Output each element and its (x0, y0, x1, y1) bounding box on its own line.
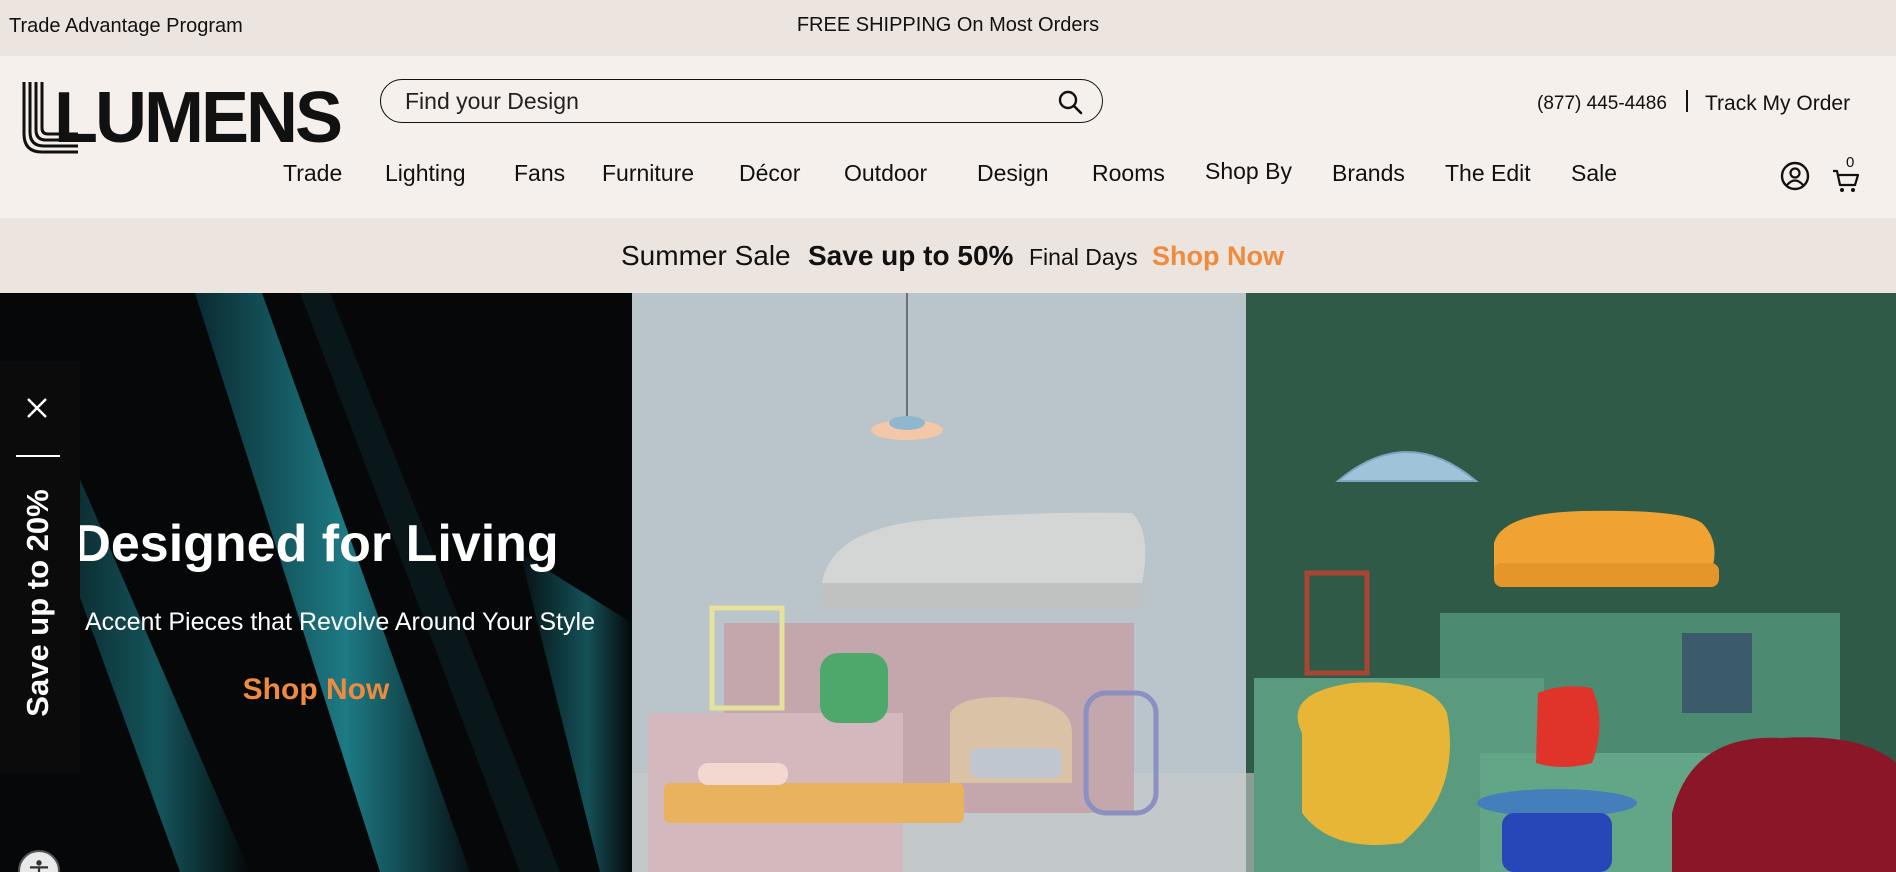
search-input[interactable] (405, 88, 1005, 114)
header-divider (1686, 90, 1688, 112)
nav-item-shop-by[interactable]: Shop By (1205, 158, 1292, 185)
main-nav: Trade Lighting Fans Furniture Décor Outd… (0, 158, 1896, 200)
free-shipping-text: FREE SHIPPING On Most Orders (796, 14, 1100, 36)
account-icon[interactable] (1780, 161, 1810, 191)
site-header: LUMENS (877) 445-4486 Track My Order Tra… (0, 56, 1896, 218)
hero-subtitle: Accent Pieces that Revolve Around Your S… (84, 608, 596, 636)
cart-button[interactable]: 0 (1832, 154, 1862, 194)
track-order-link[interactable]: Track My Order (1705, 92, 1850, 116)
hero-text-panel: Designed for Living Accent Pieces that R… (0, 293, 632, 872)
logo-text: LUMENS (54, 78, 343, 158)
hero-shop-now-link[interactable]: Shop Now (0, 673, 632, 707)
search-bar (380, 79, 1103, 123)
cart-icon (1833, 169, 1860, 192)
nav-item-brands[interactable]: Brands (1332, 160, 1405, 187)
summer-sale-banner: Summer Sale Save up to 50% Final Days Sh… (0, 218, 1896, 293)
nav-item-design[interactable]: Design (977, 160, 1049, 187)
hero-furniture-image[interactable] (632, 293, 1896, 872)
nav-item-fans[interactable]: Fans (514, 160, 565, 187)
phone-number[interactable]: (877) 445-4486 (1537, 93, 1667, 115)
nav-item-lighting[interactable]: Lighting (385, 160, 466, 187)
nav-item-the-edit[interactable]: The Edit (1445, 160, 1531, 187)
lumens-logo[interactable]: LUMENS (20, 78, 343, 158)
nav-item-rooms[interactable]: Rooms (1092, 160, 1165, 187)
nav-item-decor[interactable]: Décor (739, 160, 800, 187)
side-tab-offer[interactable]: Save up to 20% (20, 489, 56, 716)
announcement-bar: Trade Advantage Program FREE SHIPPING On… (0, 0, 1896, 56)
promo-summer-sale: Summer Sale (621, 240, 791, 271)
side-tab-divider (16, 455, 60, 457)
nav-item-sale[interactable]: Sale (1571, 160, 1617, 187)
hero-title: Designed for Living (73, 515, 559, 573)
nav-item-furniture[interactable]: Furniture (602, 160, 694, 187)
nav-item-outdoor[interactable]: Outdoor (844, 160, 927, 187)
search-icon[interactable] (1056, 88, 1084, 116)
hero-stripes-graphic (0, 293, 632, 872)
promo-final-days: Final Days (1029, 244, 1138, 270)
promo-save-text: Save up to 50% (808, 240, 1014, 271)
furniture-scene-graphic (632, 293, 1896, 872)
save-side-tab: Save up to 20% (0, 361, 80, 774)
nav-item-trade[interactable]: Trade (283, 160, 342, 187)
hero-section: Designed for Living Accent Pieces that R… (0, 293, 1896, 872)
promo-shop-now-link[interactable]: Shop Now (1152, 241, 1284, 272)
close-icon[interactable] (25, 396, 49, 420)
